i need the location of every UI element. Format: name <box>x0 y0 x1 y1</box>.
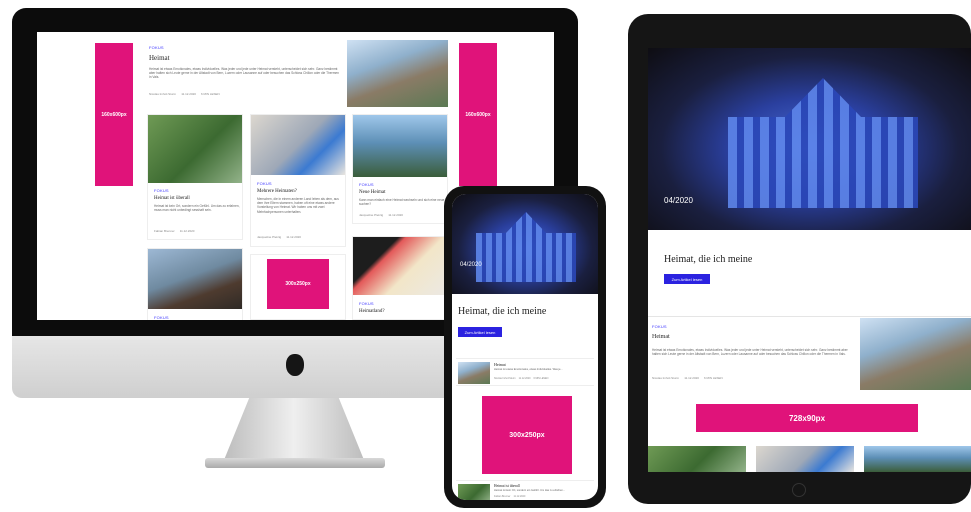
apple-logo-icon <box>286 354 304 376</box>
ad-label: 160x600px <box>101 111 127 118</box>
item-text: Heimat ist etwas Emotionales, etwas Indi… <box>494 368 563 371</box>
tablet-thumb <box>756 446 854 472</box>
date: 11.12.2020 <box>513 495 526 498</box>
article-card[interactable]: FOKUS Heimat ist überall Heimat ist kein… <box>147 114 243 240</box>
hero-date: 04/2020 <box>664 196 693 205</box>
featured-text: Heimat ist etwas Emotionales, etwas Indi… <box>149 67 339 80</box>
tablet-thumb <box>648 446 746 472</box>
featured-meta: Nicolas Imhof-Sturm 11.12.2020 6 MIN LES… <box>149 92 220 96</box>
author: Nicolas Imhof-Sturm <box>494 377 516 380</box>
featured-title[interactable]: Heimat <box>149 54 170 62</box>
card-text: Kann man einfach eine Heimat wechseln un… <box>359 198 445 207</box>
ad-label: 728x90px <box>788 413 826 423</box>
imac-base <box>205 458 385 468</box>
article-card[interactable]: FOKUS <box>147 248 243 320</box>
card-meta: Jacqueline Pletzig 11.12.2020 <box>257 235 301 239</box>
tablet-read-button[interactable]: Zum Artikel lesen <box>664 274 710 284</box>
tablet-screen: 04/2020 Heimat, die ich meine Zum Artike… <box>648 48 971 472</box>
card-title[interactable]: Heimat ist überall <box>154 196 190 201</box>
read-time: 6 MIN LESEN <box>533 377 549 380</box>
article-card[interactable]: FOKUS Heimatland? <box>352 236 448 320</box>
card-title[interactable]: Neue Heimat <box>359 190 386 195</box>
imac-stand <box>224 398 364 460</box>
item-meta: Nicolas Imhof-Sturm 11.12.2020 6 MIN LES… <box>494 377 548 380</box>
card-image <box>148 249 242 309</box>
item-title[interactable]: Heimat ist überall <box>494 484 520 488</box>
card-image <box>251 115 345 175</box>
card-text: Heimat ist kein Ort, sondern ein Gefühl.… <box>154 204 240 213</box>
read-time: 6 MIN LESEN <box>703 376 723 380</box>
phone-screen: 04/2020 Heimat, die ich meine Zum Artike… <box>452 194 598 500</box>
date: 11.12.2020 <box>286 235 301 239</box>
tablet-home-indicator <box>792 483 806 497</box>
ad-rectangle: 300x250px <box>250 254 346 320</box>
ad-label: 300x250px <box>285 281 311 287</box>
phone-ad-rectangle: 300x250px <box>482 396 572 474</box>
ad-skyscraper-left: 160x600px <box>95 43 133 186</box>
tablet-divider <box>648 316 971 317</box>
phone-read-button[interactable]: Zum Artikel lesen <box>458 327 502 337</box>
date: 11.12.2020 <box>179 229 195 233</box>
card-tag: FOKUS <box>359 301 374 306</box>
date: 11.12.2020 <box>388 213 403 217</box>
item-title[interactable]: Heimat <box>652 334 670 340</box>
item-title[interactable]: Heimat <box>494 362 506 367</box>
tablet-hero-image[interactable]: 04/2020 <box>648 48 971 230</box>
featured-image[interactable] <box>347 40 448 107</box>
ad-box: 300x250px <box>267 259 329 309</box>
phone-hero-image[interactable]: 04/2020 <box>452 194 598 294</box>
card-tag: FOKUS <box>359 182 374 187</box>
date: 11.12.2020 <box>518 377 531 380</box>
hero-date: 04/2020 <box>460 262 482 268</box>
author: Nicolas Imhof-Sturm <box>149 92 177 96</box>
card-image <box>148 115 242 183</box>
hero-building <box>728 78 918 208</box>
item-image <box>458 362 490 384</box>
device-mockup-scene: 160x600px 160x600px FOKUS Heimat Heimat … <box>0 0 971 512</box>
hero-building <box>476 212 576 282</box>
tablet-hero-title[interactable]: Heimat, die ich meine <box>664 254 752 265</box>
card-tag: FOKUS <box>154 315 169 320</box>
ad-label: 160x600px <box>465 111 491 118</box>
read-time: 6 MIN LESEN <box>200 92 220 96</box>
tablet-thumb <box>864 446 971 472</box>
author: Nicolas Imhof-Sturm <box>652 376 680 380</box>
date: 11.12.2020 <box>181 92 196 96</box>
ad-label: 300x250px <box>509 431 545 439</box>
card-meta: Jacqueline Pletzig 11.12.2020 <box>359 213 403 217</box>
card-text: Menschen, die in einem anderen Land lebe… <box>257 197 339 214</box>
tablet-ad-leaderboard: 728x90px <box>696 404 918 432</box>
author: Fabian Brenner <box>154 229 175 233</box>
card-tag: FOKUS <box>257 181 272 186</box>
item-tag: FOKUS <box>652 324 667 329</box>
author: Fabian Brenner <box>494 495 511 498</box>
author: Jacqueline Pletzig <box>359 213 384 217</box>
phone-hero-title[interactable]: Heimat, die ich meine <box>458 306 546 317</box>
tablet-article-item[interactable]: FOKUS Heimat Heimat ist etwas Emotionale… <box>648 318 971 398</box>
item-image <box>458 484 490 500</box>
card-title[interactable]: Mehrere Heimaten? <box>257 189 297 194</box>
item-meta: Fabian Brenner 11.12.2020 <box>494 495 525 498</box>
featured-tag: FOKUS <box>149 45 164 50</box>
card-image <box>353 115 447 177</box>
card-tag: FOKUS <box>154 188 169 193</box>
card-title[interactable]: Heimatland? <box>359 309 385 314</box>
card-image <box>353 237 447 295</box>
date: 11.12.2020 <box>684 376 699 380</box>
item-image <box>860 318 971 390</box>
item-meta: Nicolas Imhof-Sturm 11.12.2020 6 MIN LES… <box>652 376 723 380</box>
article-card[interactable]: FOKUS Neue Heimat Kann man einfach eine … <box>352 114 448 224</box>
item-text: Heimat ist etwas Emotionales, etwas Indi… <box>652 348 848 357</box>
author: Jacqueline Pletzig <box>257 235 282 239</box>
item-text: Heimat ist kein Ort, sondern ein Gefühl.… <box>494 489 566 492</box>
phone-article-item[interactable]: Heimat Heimat ist etwas Emotionales, etw… <box>456 358 594 386</box>
article-card[interactable]: FOKUS Mehrere Heimaten? Menschen, die in… <box>250 114 346 247</box>
phone-article-item[interactable]: Heimat ist überall Heimat ist kein Ort, … <box>456 480 594 500</box>
card-meta: Fabian Brenner 11.12.2020 <box>154 229 194 233</box>
featured-article[interactable]: FOKUS Heimat Heimat ist etwas Emotionale… <box>145 40 449 108</box>
ad-skyscraper-right: 160x600px <box>459 43 497 186</box>
